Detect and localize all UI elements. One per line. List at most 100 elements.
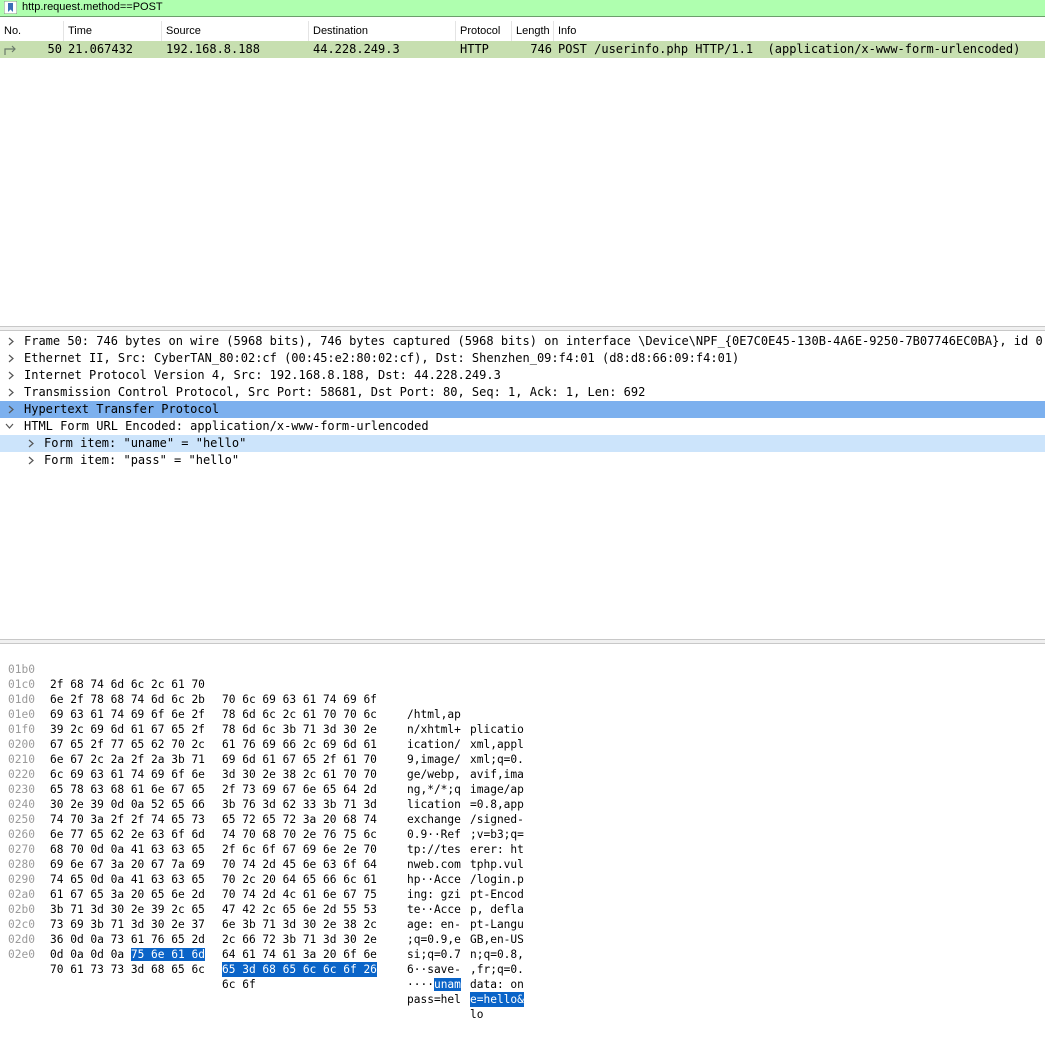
ascii-bytes[interactable]: ication/	[407, 737, 461, 752]
ascii-bytes[interactable]: hp··Acce	[407, 872, 461, 887]
hex-bytes[interactable]: 65 72 65 72 3a 20 68 74	[222, 812, 377, 827]
chevron-down-icon[interactable]	[3, 418, 15, 435]
hex-bytes[interactable]: 2c 66 72 3b 71 3d 30 2e	[222, 932, 377, 947]
tree-item-tcp[interactable]: Transmission Control Protocol, Src Port:…	[0, 384, 1045, 401]
column-info[interactable]: Info	[554, 21, 1045, 41]
ascii-bytes[interactable]: data: on	[470, 977, 524, 992]
hex-bytes[interactable]: 2f 73 69 67 6e 65 64 2d	[222, 782, 377, 797]
column-time[interactable]: Time	[64, 21, 162, 41]
ascii-bytes[interactable]: pt-Langu	[470, 917, 524, 932]
hex-bytes[interactable]: 2f 6c 6f 67 69 6e 2e 70	[222, 842, 377, 857]
ascii-bytes[interactable]: /html,ap	[407, 707, 461, 722]
hex-bytes[interactable]: 2f 68 74 6d 6c 2c 61 70	[50, 677, 205, 692]
tree-item-form-pass[interactable]: Form item: "pass" = "hello"	[0, 452, 1045, 469]
chevron-right-icon[interactable]	[5, 350, 17, 367]
ascii-bytes[interactable]: lo	[470, 1007, 483, 1022]
ascii-bytes[interactable]: image/ap	[470, 782, 524, 797]
hex-bytes[interactable]: 6e 2f 78 68 74 6d 6c 2b	[50, 692, 205, 707]
hex-bytes[interactable]: 3b 71 3d 30 2e 39 2c 65	[50, 902, 205, 917]
bytes-row[interactable]: 01f0 67 65 2f 77 65 62 70 2c 69 6d 61 67…	[0, 707, 524, 796]
bytes-row-selected[interactable]: 02d0 0d 0a 0d 0a 75 6e 61 6d 65 3d 68 65…	[0, 917, 524, 1007]
hex-bytes[interactable]: 67 65 2f 77 65 62 70 2c	[50, 737, 205, 752]
ascii-bytes[interactable]: nweb.com	[407, 857, 461, 872]
bytes-row[interactable]: 01b0 2f 68 74 6d 6c 2c 61 70 70 6c 69 63…	[0, 647, 524, 736]
ascii-bytes[interactable]: ;q=0.9,e	[407, 932, 461, 947]
ascii-bytes[interactable]: ;v=b3;q=	[470, 827, 524, 842]
hex-bytes[interactable]: 74 70 68 70 2e 76 75 6c	[222, 827, 377, 842]
hex-bytes[interactable]: 47 42 2c 65 6e 2d 55 53	[222, 902, 377, 917]
chevron-right-icon[interactable]	[5, 367, 17, 384]
hex-bytes[interactable]: 74 70 3a 2f 2f 74 65 73	[50, 812, 205, 827]
hex-bytes[interactable]: 64 61 74 61 3a 20 6f 6e	[222, 947, 377, 962]
hex-bytes[interactable]: 73 69 3b 71 3d 30 2e 37	[50, 917, 205, 932]
hex-bytes[interactable]: 70 61 73 73 3d 68 65 6c	[50, 962, 205, 977]
hex-bytes[interactable]: 39 2c 69 6d 61 67 65 2f	[50, 722, 205, 737]
ascii-bytes[interactable]: te··Acce	[407, 902, 461, 917]
tree-item-http[interactable]: Hypertext Transfer Protocol	[0, 401, 1045, 418]
ascii-bytes[interactable]: /login.p	[470, 872, 524, 887]
column-source[interactable]: Source	[162, 21, 309, 41]
ascii-bytes[interactable]: plicatio	[470, 722, 524, 737]
ascii-bytes[interactable]: tphp.vul	[470, 857, 524, 872]
ascii-bytes-highlighted[interactable]: e=hello&	[470, 992, 524, 1007]
packet-row[interactable]: 50 21.067432 192.168.8.188 44.228.249.3 …	[0, 41, 1045, 58]
hex-bytes[interactable]: 6e 3b 71 3d 30 2e 38 2c	[222, 917, 377, 932]
chevron-right-icon[interactable]	[25, 435, 37, 452]
ascii-bytes[interactable]: 9,image/	[407, 752, 461, 767]
ascii-bytes[interactable]: 0.9··Ref	[407, 827, 461, 842]
hex-bytes[interactable]: 69 63 61 74 69 6f 6e 2f	[50, 707, 205, 722]
chevron-right-icon[interactable]	[25, 452, 37, 469]
bytes-row[interactable]: 0200 6e 67 2c 2a 2f 2a 3b 71 3d 30 2e 38…	[0, 722, 524, 811]
display-filter-input[interactable]	[22, 0, 922, 15]
hex-bytes[interactable]: 69 6e 67 3a 20 67 7a 69	[50, 857, 205, 872]
ascii-bytes[interactable]: avif,ima	[470, 767, 524, 782]
ascii-bytes[interactable]: 6··save-	[407, 962, 461, 977]
ascii-bytes[interactable]: exchange	[407, 812, 461, 827]
column-protocol[interactable]: Protocol	[456, 21, 512, 41]
bytes-row[interactable]: 0230 30 2e 39 0d 0a 52 65 66 65 72 65 72…	[0, 767, 524, 856]
bookmark-icon[interactable]	[4, 1, 17, 14]
ascii-bytes[interactable]: pt-Encod	[470, 887, 524, 902]
ascii-bytes[interactable]: si;q=0.7	[407, 947, 461, 962]
bytes-row[interactable]: 02c0 36 0d 0a 73 61 76 65 2d 64 61 74 61…	[0, 902, 524, 991]
chevron-right-icon[interactable]	[5, 384, 17, 401]
bytes-row[interactable]: 01d0 69 63 61 74 69 6f 6e 2f 78 6d 6c 3b…	[0, 677, 524, 766]
ascii-bytes[interactable]: ng,*/*;q	[407, 782, 461, 797]
chevron-right-icon[interactable]	[5, 333, 17, 350]
bytes-row[interactable]: 0220 65 78 63 68 61 6e 67 65 3b 76 3d 62…	[0, 752, 524, 841]
ascii-bytes[interactable]: n/xhtml+	[407, 722, 461, 737]
hex-bytes[interactable]: 78 6d 6c 2c 61 70 70 6c	[222, 707, 377, 722]
ascii-bytes[interactable]: GB,en-US	[470, 932, 524, 947]
bytes-row[interactable]: 0250 6e 77 65 62 2e 63 6f 6d 2f 6c 6f 67…	[0, 797, 524, 886]
ascii-bytes[interactable]: lication	[407, 797, 461, 812]
hex-bytes[interactable]: 6e 77 65 62 2e 63 6f 6d	[50, 827, 205, 842]
tree-item-form-urlencoded[interactable]: HTML Form URL Encoded: application/x-www…	[0, 418, 1045, 435]
bytes-row[interactable]: 01c0 6e 2f 78 68 74 6d 6c 2b 78 6d 6c 2c…	[0, 662, 524, 751]
ascii-bytes[interactable]: age: en-	[407, 917, 461, 932]
ascii-bytes[interactable]: =0.8,app	[470, 797, 524, 812]
hex-bytes[interactable]: 70 6c 69 63 61 74 69 6f	[222, 692, 377, 707]
bytes-row[interactable]: 0240 74 70 3a 2f 2f 74 65 73 74 70 68 70…	[0, 782, 524, 871]
hex-bytes[interactable]: 70 74 2d 45 6e 63 6f 64	[222, 857, 377, 872]
ascii-bytes[interactable]: xml,appl	[470, 737, 524, 752]
ascii-bytes[interactable]: ge/webp,	[407, 767, 461, 782]
hex-bytes[interactable]: 6e 67 2c 2a 2f 2a 3b 71	[50, 752, 205, 767]
hex-bytes[interactable]: 30 2e 39 0d 0a 52 65 66	[50, 797, 205, 812]
tree-item-ipv4[interactable]: Internet Protocol Version 4, Src: 192.16…	[0, 367, 1045, 384]
hex-bytes[interactable]: 61 76 69 66 2c 69 6d 61	[222, 737, 377, 752]
ascii-bytes[interactable]: tp://tes	[407, 842, 461, 857]
tree-item-frame[interactable]: Frame 50: 746 bytes on wire (5968 bits),…	[0, 333, 1045, 350]
hex-bytes[interactable]: 65 78 63 68 61 6e 67 65	[50, 782, 205, 797]
ascii-bytes[interactable]: erer: ht	[470, 842, 524, 857]
ascii-bytes[interactable]: n;q=0.8,	[470, 947, 524, 962]
bytes-row[interactable]: 0270 69 6e 67 3a 20 67 7a 69 70 2c 20 64…	[0, 827, 524, 916]
hex-bytes-highlighted[interactable]: 65 3d 68 65 6c 6c 6f 26	[222, 962, 377, 977]
bytes-row[interactable]: 02e0 70 61 73 73 3d 68 65 6c 6c 6f pass=…	[0, 932, 483, 1021]
hex-bytes[interactable]: 0d 0a 0d 0a 75 6e 61 6d	[50, 947, 205, 962]
hex-bytes[interactable]: 70 2c 20 64 65 66 6c 61	[222, 872, 377, 887]
hex-bytes[interactable]: 6c 6f	[222, 977, 256, 992]
bytes-row[interactable]: 02b0 73 69 3b 71 3d 30 2e 37 2c 66 72 3b…	[0, 887, 524, 976]
bytes-row[interactable]: 0210 6c 69 63 61 74 69 6f 6e 2f 73 69 67…	[0, 737, 524, 826]
hex-bytes[interactable]: 6c 69 63 61 74 69 6f 6e	[50, 767, 205, 782]
ascii-bytes[interactable]: xml;q=0.	[470, 752, 524, 767]
